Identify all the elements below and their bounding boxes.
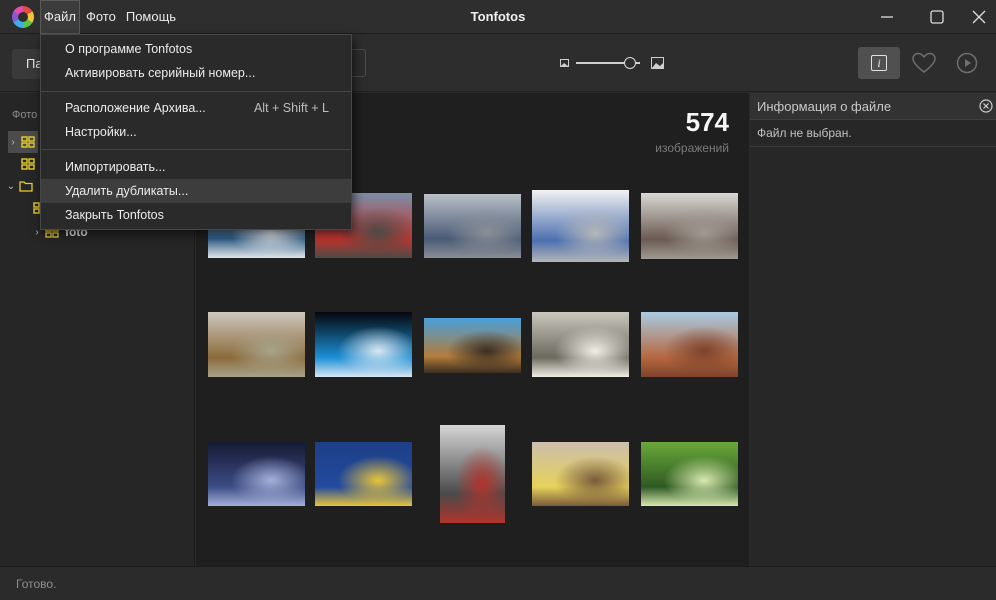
design-text-thumbnail[interactable] [315,312,412,377]
status-bar: Готово. [0,566,996,600]
menu-separator [41,91,351,92]
app-window: Файл Фото Помощь Tonfotos Па i Фото › ⌄ … [0,0,996,600]
menu-item-remove-duplicates[interactable]: Удалить дубликаты... [41,179,351,203]
sidebar-header: Фото [12,109,38,121]
chevron-down-icon[interactable]: ⌄ [6,181,16,192]
menu-item-label: Расположение Архива... [65,101,206,115]
garlic-lemon-thumbnail[interactable] [532,442,629,506]
baby-grass-thumbnail[interactable] [641,442,738,506]
slideshow-button[interactable] [952,47,982,79]
menu-bar: Файл Фото Помощь [40,0,182,34]
trucks-thumbnail[interactable] [532,312,629,377]
close-icon [972,10,986,24]
maximize-button[interactable] [914,0,960,34]
file-info-header: Информация о файле [750,93,996,120]
grid-icon [21,158,35,170]
menu-item-shortcut: Alt + Shift + L [253,101,329,115]
image-count: 574 [685,107,729,137]
zoom-control [560,56,666,70]
tonfotos-logo-icon[interactable] [12,6,34,28]
menu-item-import[interactable]: Импортировать... [41,155,351,179]
menu-item-settings[interactable]: Настройки... [41,120,351,144]
menu-file[interactable]: Файл [40,0,80,34]
menu-separator [41,149,351,150]
credit-cards-thumbnail[interactable] [532,190,629,262]
file-info-panel: Информация о файле Файл не выбран. [750,93,996,566]
grid-icon [21,136,35,148]
menu-photo[interactable]: Фото [82,0,120,34]
file-info-message: Файл не выбран. [757,126,852,140]
conveyor-thumbnail[interactable] [424,318,521,373]
image-large-icon [651,57,664,69]
file-menu-dropdown: О программе Tonfotos Активировать серийн… [40,34,352,230]
menu-item-label: Удалить дубликаты... [65,184,189,198]
menu-item-close-app[interactable]: Закрыть Tonfotos [41,203,351,227]
status-text: Готово. [16,577,57,591]
play-icon [956,52,978,74]
minimize-icon [881,16,893,18]
menu-item-label: Импортировать... [65,160,166,174]
favorite-button[interactable] [909,47,939,79]
chevron-right-icon[interactable]: › [8,137,18,148]
menu-item-label: Настройки... [65,125,137,139]
maximize-icon [930,10,944,24]
menu-help[interactable]: Помощь [122,0,180,34]
zoom-slider-handle[interactable] [624,57,637,69]
menu-item-label: Закрыть Tonfotos [65,208,164,222]
menu-item-archive-location[interactable]: Расположение Архива... Alt + Shift + L [41,96,351,120]
title-bar: Файл Фото Помощь Tonfotos [0,0,996,34]
menu-item-label: О программе Tonfotos [65,42,193,56]
menu-item-activate-serial[interactable]: Активировать серийный номер... [41,61,351,85]
eu-flag-thumbnail[interactable] [315,442,412,506]
close-circle-icon[interactable] [979,99,993,113]
divider [750,146,996,147]
folder-icon [19,181,33,192]
tree-item-2[interactable] [8,153,35,175]
airplane-cabin-thumbnail[interactable] [424,194,521,258]
file-info-title: Информация о файле [757,99,892,114]
big-ben-thumbnail[interactable] [440,425,505,523]
menu-item-label: Активировать серийный номер... [65,66,256,80]
heart-icon [912,52,936,73]
info-icon: i [871,55,887,71]
wind-turbines-thumbnail[interactable] [208,442,305,506]
menu-item-about[interactable]: О программе Tonfotos [41,37,351,61]
info-toggle-button[interactable]: i [858,47,900,79]
mortar-herbs-thumbnail[interactable] [208,312,305,377]
image-small-icon [560,59,569,67]
airplane-aisle-thumbnail[interactable] [641,193,738,259]
red-canyon-thumbnail[interactable] [641,312,738,377]
tree-item-1[interactable]: › [8,131,38,153]
close-window-button[interactable] [956,0,996,34]
minimize-button[interactable] [864,0,910,34]
image-count-label: изображений [655,141,729,155]
tree-item-3[interactable]: ⌄ [6,175,33,197]
